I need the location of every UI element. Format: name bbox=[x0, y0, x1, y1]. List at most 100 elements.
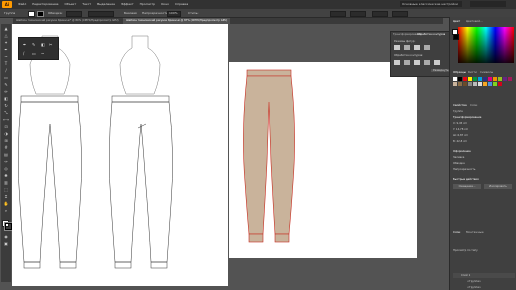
swatch[interactable] bbox=[483, 82, 487, 86]
symbol-sprayer-icon[interactable]: ✺ bbox=[3, 173, 9, 178]
brush-icon[interactable]: ✎ bbox=[32, 42, 35, 47]
exclude-icon[interactable] bbox=[424, 45, 430, 50]
swatch[interactable] bbox=[478, 77, 482, 81]
slice-tool-icon[interactable]: ⌗ bbox=[3, 194, 9, 199]
menu-help[interactable]: Справка bbox=[175, 2, 188, 6]
menu-text[interactable]: Текст bbox=[82, 2, 91, 6]
brush-field[interactable] bbox=[88, 11, 114, 17]
swatch[interactable] bbox=[463, 82, 467, 86]
magic-wand-icon[interactable]: ✦ bbox=[3, 40, 9, 45]
swatch[interactable] bbox=[493, 77, 497, 81]
screen-mode-icon[interactable]: ▣ bbox=[3, 241, 9, 246]
tab-artboards[interactable]: Монтажные bbox=[466, 230, 484, 234]
blend-tool-icon[interactable]: ◎ bbox=[3, 166, 9, 171]
tab-properties[interactable]: Свойства bbox=[453, 103, 467, 107]
layer-row[interactable]: Слой 1 bbox=[453, 273, 515, 278]
stroke-color-icon[interactable] bbox=[4, 222, 13, 231]
curve-icon[interactable]: ~ bbox=[41, 51, 44, 56]
graph-tool-icon[interactable]: ▥ bbox=[3, 180, 9, 185]
x-value[interactable]: X: 9,45 cm bbox=[453, 121, 513, 126]
tab-pathfinder[interactable]: Обработка контуров bbox=[417, 33, 445, 36]
tab-color-guide[interactable]: Цветовой... bbox=[466, 19, 483, 23]
swatch[interactable] bbox=[473, 77, 477, 81]
swatch[interactable] bbox=[508, 77, 512, 81]
swatch[interactable] bbox=[453, 77, 457, 81]
eraser-icon[interactable]: ◧ bbox=[41, 42, 45, 47]
line-tool-icon[interactable]: / bbox=[3, 68, 9, 73]
swatch[interactable] bbox=[468, 77, 472, 81]
direct-selection-tool-icon[interactable]: △ bbox=[3, 33, 9, 38]
swatch[interactable] bbox=[503, 77, 507, 81]
artboard-colored-pants[interactable] bbox=[229, 62, 417, 258]
draw-mode-icon[interactable]: ◉ bbox=[3, 234, 9, 239]
perspective-grid-icon[interactable]: ⊞ bbox=[3, 138, 9, 143]
w-value[interactable]: Ш: 6,87 cm bbox=[453, 133, 513, 138]
stroke-indicator[interactable] bbox=[453, 34, 459, 40]
swatch[interactable] bbox=[488, 82, 492, 86]
crop-icon[interactable] bbox=[424, 60, 430, 65]
pen-tool-icon[interactable]: ✒ bbox=[3, 47, 9, 52]
scissors-icon[interactable]: ✂ bbox=[49, 42, 52, 47]
curvature-tool-icon[interactable]: ~ bbox=[3, 54, 9, 59]
rectangle-tool-icon[interactable]: ▭ bbox=[3, 75, 9, 80]
artboard-technical-drawing[interactable] bbox=[12, 24, 228, 286]
rotate-tool-icon[interactable]: ↻ bbox=[3, 103, 9, 108]
trim-icon[interactable] bbox=[404, 60, 410, 65]
shape-icon[interactable]: ▭ bbox=[32, 51, 36, 56]
swatch[interactable] bbox=[458, 82, 462, 86]
unite-icon[interactable] bbox=[394, 45, 400, 50]
h-field[interactable] bbox=[392, 11, 408, 17]
tab-layers-top[interactable]: Слои bbox=[470, 103, 477, 107]
divide-icon[interactable] bbox=[394, 60, 400, 65]
artboard-tool-icon[interactable]: ⬚ bbox=[3, 187, 9, 192]
swatch[interactable] bbox=[473, 82, 477, 86]
opacity-label-panel[interactable]: Непрозрачность bbox=[453, 167, 513, 172]
menu-effect[interactable]: Эффект bbox=[121, 2, 134, 6]
pencil-tool-icon[interactable]: ✏ bbox=[3, 89, 9, 94]
menu-file[interactable]: Файл bbox=[18, 2, 26, 6]
mesh-tool-icon[interactable]: # bbox=[3, 145, 9, 150]
intersect-icon[interactable] bbox=[414, 45, 420, 50]
tab-layers[interactable]: Слои bbox=[453, 230, 460, 234]
paintbrush-tool-icon[interactable]: ✎ bbox=[3, 82, 9, 87]
swatch[interactable] bbox=[453, 82, 457, 86]
eyedropper-tool-icon[interactable]: ✑ bbox=[3, 159, 9, 164]
merge-icon[interactable] bbox=[414, 60, 420, 65]
swatch[interactable] bbox=[463, 77, 467, 81]
w-field[interactable] bbox=[372, 11, 388, 17]
fill-label[interactable]: Заливка bbox=[453, 155, 513, 160]
minus-front-icon[interactable] bbox=[404, 45, 410, 50]
swatch[interactable] bbox=[458, 77, 462, 81]
shape-builder-icon[interactable]: ◑ bbox=[3, 131, 9, 136]
color-spectrum[interactable] bbox=[458, 27, 514, 63]
swatch[interactable] bbox=[483, 77, 487, 81]
menu-view[interactable]: Просмотр bbox=[140, 2, 155, 6]
offset-button[interactable]: Смещение... bbox=[453, 184, 481, 189]
tab-brushes[interactable]: Кисти bbox=[468, 70, 477, 74]
free-transform-icon[interactable]: ⊡ bbox=[3, 124, 9, 129]
line-icon[interactable]: / bbox=[23, 51, 24, 56]
tab-symbols[interactable]: Символы bbox=[480, 70, 493, 74]
scale-tool-icon[interactable]: ⤡ bbox=[3, 110, 9, 115]
type-tool-icon[interactable]: T bbox=[3, 61, 9, 66]
width-tool-icon[interactable]: ⟷ bbox=[3, 117, 9, 122]
expand-button[interactable]: Развернуть bbox=[431, 69, 451, 72]
menu-window[interactable]: Окно bbox=[161, 2, 169, 6]
gradient-tool-icon[interactable]: ▤ bbox=[3, 152, 9, 157]
tab-swatches[interactable]: Образцы bbox=[453, 70, 466, 74]
isolate-button[interactable]: Изолировать bbox=[484, 184, 512, 189]
eraser-tool-icon[interactable]: ◧ bbox=[3, 96, 9, 101]
swatch[interactable] bbox=[488, 77, 492, 81]
menu-object[interactable]: Объект bbox=[64, 2, 76, 6]
swatch[interactable] bbox=[498, 82, 502, 86]
layer-sub-row[interactable]: <Группа> bbox=[453, 279, 515, 284]
selection-tool-icon[interactable]: ▲ bbox=[3, 26, 9, 31]
swatch[interactable] bbox=[478, 82, 482, 86]
menu-select[interactable]: Выделение bbox=[97, 2, 115, 6]
hand-tool-icon[interactable]: ✋ bbox=[3, 201, 9, 206]
stroke-swatch[interactable] bbox=[37, 11, 44, 17]
zoom-tool-icon[interactable]: ⌕ bbox=[3, 208, 9, 213]
y-field[interactable] bbox=[350, 11, 366, 17]
layer-sub-row[interactable]: <Группа> bbox=[453, 285, 515, 290]
fill-swatch[interactable] bbox=[28, 11, 35, 17]
